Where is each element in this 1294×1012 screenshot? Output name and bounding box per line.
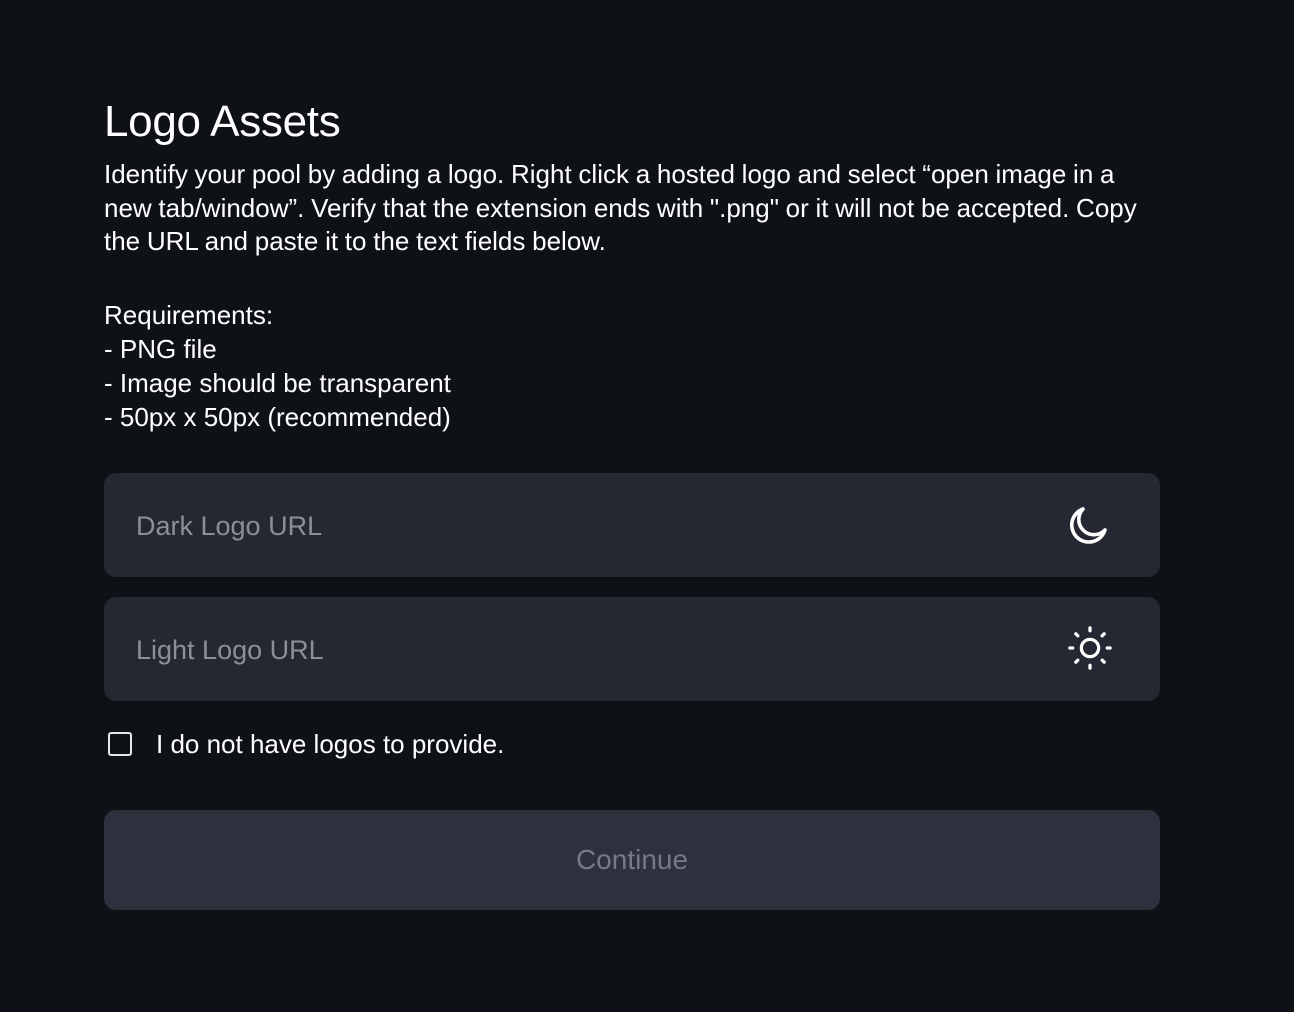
logo-assets-panel: Logo Assets Identify your pool by adding… (104, 96, 1160, 434)
page-title: Logo Assets (104, 97, 341, 146)
requirements-list: Requirements: - PNG file - Image should … (104, 298, 1160, 434)
requirement-item: - PNG file (104, 333, 217, 364)
moon-icon (1069, 507, 1107, 544)
light-logo-url-input[interactable] (134, 597, 1038, 703)
dark-logo-url-input[interactable] (134, 473, 1038, 579)
no-logos-label[interactable]: I do not have logos to provide. (156, 729, 504, 760)
no-logos-checkbox[interactable] (108, 732, 132, 756)
instructions-text: Identify your pool by adding a logo. Rig… (104, 159, 1137, 256)
light-logo-field (104, 597, 1160, 703)
requirement-item: - 50px x 50px (recommended) (104, 401, 451, 432)
no-logos-option[interactable]: I do not have logos to provide. (108, 726, 504, 762)
continue-button[interactable]: Continue (104, 810, 1160, 910)
requirements-heading: Requirements: (104, 299, 274, 330)
requirement-item: - Image should be transparent (104, 367, 451, 398)
dark-logo-field (104, 473, 1160, 579)
sun-icon (1068, 626, 1112, 670)
